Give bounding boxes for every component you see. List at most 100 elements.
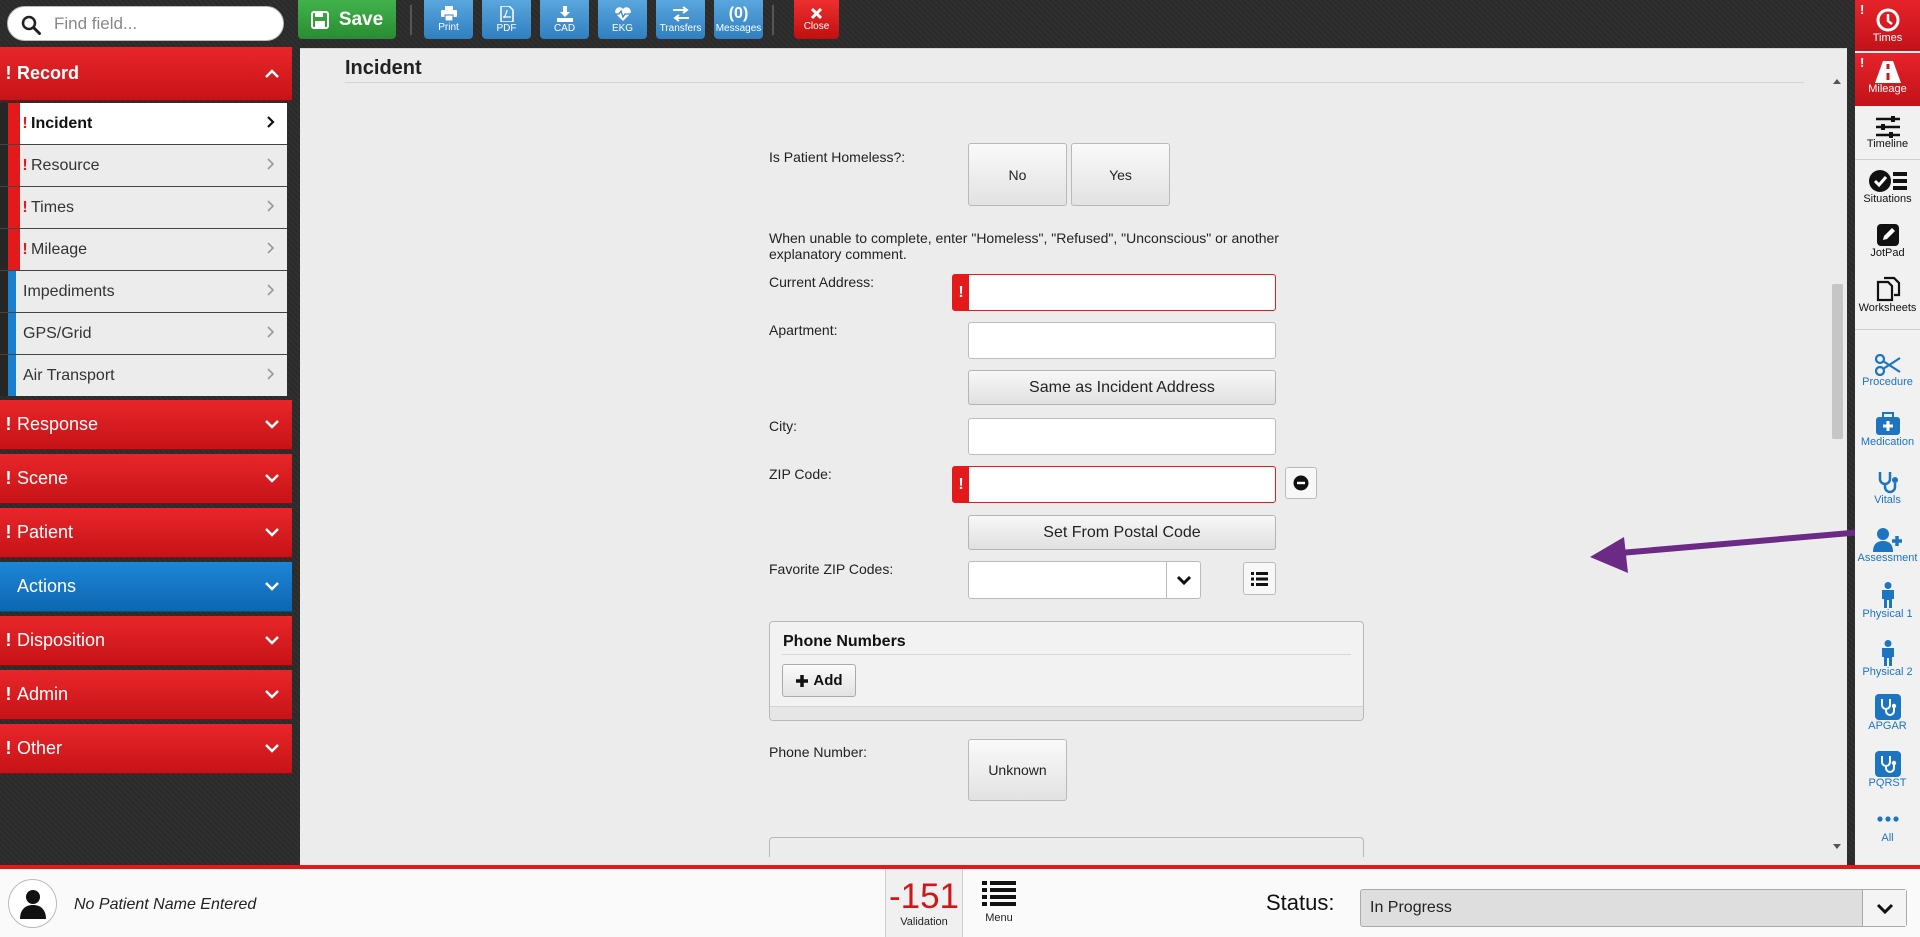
- rail-pqrst[interactable]: PQRST: [1855, 751, 1920, 803]
- rail-label: Physical 2: [1862, 666, 1913, 678]
- close-label: Close: [803, 21, 830, 32]
- apartment-field[interactable]: [968, 322, 1276, 359]
- save-button[interactable]: Save: [298, 0, 396, 39]
- sidebar-item-mileage[interactable]: ! Mileage: [0, 229, 287, 270]
- rail-situations[interactable]: Situations: [1855, 162, 1920, 214]
- sidebar-item-times[interactable]: ! Times: [0, 187, 287, 228]
- section-record[interactable]: ! Record: [0, 47, 292, 101]
- phone-unknown-button[interactable]: Unknown: [968, 739, 1067, 801]
- section-label: Actions: [17, 576, 77, 596]
- ekg-button[interactable]: EKG: [598, 0, 647, 39]
- rail-label: Timeline: [1866, 138, 1909, 150]
- rail-times[interactable]: ! Times: [1855, 0, 1920, 51]
- section-other[interactable]: ! Other: [0, 724, 292, 774]
- required-bar: [8, 229, 20, 270]
- sidebar-item-impediments[interactable]: Impediments: [0, 271, 287, 312]
- pdf-icon: [499, 5, 514, 22]
- record-subitems: ! Incident ! Resource ! Times ! Mileage Impe…: [0, 103, 287, 396]
- sidebar-item-air-transport[interactable]: Air Transport: [0, 355, 287, 396]
- sidebar-item-label: Times: [31, 198, 74, 216]
- stethoscope-icon: [1878, 472, 1898, 494]
- homeless-no-button[interactable]: No: [968, 143, 1067, 206]
- save-label: Save: [338, 8, 384, 30]
- rail-worksheets[interactable]: Worksheets: [1855, 270, 1920, 330]
- nav-bar: [0, 229, 8, 270]
- status-select[interactable]: In Progress: [1360, 889, 1907, 927]
- sidebar-item-resource[interactable]: ! Resource: [0, 145, 287, 186]
- same-as-incident-address-button[interactable]: Same as Incident Address: [968, 370, 1276, 405]
- sidebar-item-label: Air Transport: [23, 366, 115, 384]
- homeless-yes-button[interactable]: Yes: [1071, 143, 1170, 206]
- right-tool-rail: ! Times ! Mileage Timeline Situations JotP…: [1855, 0, 1920, 865]
- messages-button[interactable]: (0) Messages: [714, 0, 763, 39]
- toolbar-separator: [410, 5, 412, 35]
- nav-bar: [0, 271, 8, 312]
- section-disposition[interactable]: ! Disposition: [0, 616, 292, 666]
- checklist-icon: [1868, 170, 1907, 192]
- close-button[interactable]: Close: [794, 0, 839, 39]
- clock-icon: [1876, 8, 1899, 32]
- sidebar-item-gps-grid[interactable]: GPS/Grid: [0, 313, 287, 354]
- rail-all[interactable]: All: [1855, 812, 1920, 852]
- section-scene[interactable]: ! Scene: [0, 454, 292, 504]
- clear-zip-button[interactable]: [1285, 467, 1317, 499]
- minus-circle-icon: [1293, 475, 1309, 491]
- transfers-button[interactable]: Transfers: [656, 0, 705, 39]
- heart-monitor-icon: [614, 6, 631, 21]
- printer-icon: [440, 6, 457, 21]
- scroll-up-icon[interactable]: [1833, 79, 1841, 84]
- rail-procedure[interactable]: Procedure: [1855, 350, 1920, 402]
- optional-bar: [8, 355, 16, 396]
- validation-button[interactable]: -151 Validation: [885, 869, 963, 937]
- favorite-zip-codes-select[interactable]: [968, 561, 1201, 599]
- scroll-down-icon[interactable]: [1833, 844, 1841, 849]
- chevron-right-icon: [267, 242, 275, 254]
- cad-button[interactable]: CAD: [540, 0, 589, 39]
- chevron-down-icon[interactable]: [1862, 890, 1906, 926]
- rail-physical-1[interactable]: Physical 1: [1855, 582, 1920, 634]
- rail-label: Physical 1: [1862, 608, 1913, 620]
- patient-avatar[interactable]: [8, 879, 57, 928]
- section-patient[interactable]: ! Patient: [0, 508, 292, 558]
- rail-assessment[interactable]: Assessment: [1855, 524, 1920, 576]
- city-field[interactable]: [968, 418, 1276, 455]
- nav-bar: [0, 187, 8, 228]
- scroll-thumb[interactable]: [1832, 284, 1843, 439]
- rail-jotpad[interactable]: JotPad: [1855, 216, 1920, 268]
- set-from-postal-code-button[interactable]: Set From Postal Code: [968, 515, 1276, 550]
- scrollbar[interactable]: [1831, 69, 1843, 849]
- search-input[interactable]: [54, 13, 274, 35]
- chevron-right-icon: [267, 326, 275, 338]
- find-field-search[interactable]: [7, 6, 284, 41]
- chevron-down-icon[interactable]: [1166, 562, 1200, 598]
- rail-medication[interactable]: Medication: [1855, 408, 1920, 460]
- medkit-icon: [1875, 412, 1900, 435]
- stethoscope-badge-icon: [1874, 751, 1901, 777]
- rail-label: All: [1881, 832, 1894, 844]
- chevron-right-icon: [267, 368, 275, 380]
- pdf-button[interactable]: PDF: [482, 0, 531, 39]
- current-address-field[interactable]: !: [952, 274, 1276, 311]
- transfer-arrows-icon: [672, 5, 689, 22]
- section-response[interactable]: ! Response: [0, 400, 292, 450]
- rail-timeline[interactable]: Timeline: [1855, 108, 1920, 160]
- user-plus-icon: [1872, 528, 1902, 552]
- rail-apgar[interactable]: APGAR: [1855, 694, 1920, 746]
- bottom-status-bar: No Patient Name Entered -151 Validation …: [0, 865, 1920, 937]
- rail-label: Worksheets: [1858, 302, 1917, 314]
- next-panel-edge: [769, 837, 1364, 857]
- print-label: Print: [438, 22, 459, 33]
- zip-code-field[interactable]: !: [952, 466, 1276, 503]
- print-button[interactable]: Print: [424, 0, 473, 39]
- rail-physical-2[interactable]: Physical 2: [1855, 640, 1920, 692]
- rail-mileage[interactable]: ! Mileage: [1855, 53, 1920, 106]
- required-bar: [8, 145, 20, 186]
- sidebar-item-incident[interactable]: ! Incident: [0, 103, 287, 144]
- section-actions[interactable]: Actions: [0, 562, 292, 612]
- rail-label: Mileage: [1868, 83, 1907, 95]
- add-phone-number-button[interactable]: Add: [782, 664, 856, 697]
- rail-vitals[interactable]: Vitals: [1855, 466, 1920, 518]
- favorite-zip-list-button[interactable]: [1243, 562, 1276, 595]
- section-admin[interactable]: ! Admin: [0, 670, 292, 720]
- menu-button[interactable]: Menu: [963, 869, 1035, 937]
